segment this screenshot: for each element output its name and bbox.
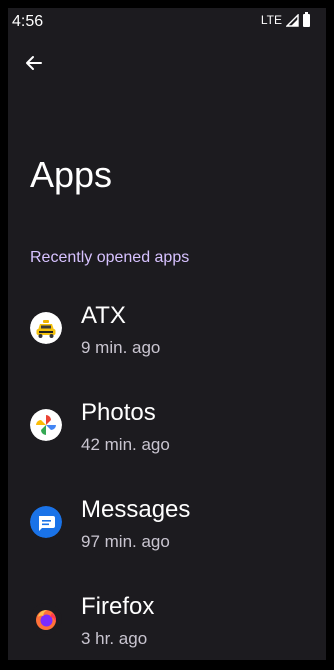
arrow-back-icon (26, 56, 42, 70)
status-bar: 4:56 LTE (8, 8, 326, 36)
app-name: Firefox (81, 593, 155, 620)
page-title: Apps (30, 154, 113, 195)
app-name: Messages (81, 496, 191, 523)
firefox-icon (30, 603, 62, 635)
app-last-opened: 42 min. ago (81, 435, 170, 454)
cell-signal-icon (286, 13, 299, 27)
app-last-opened: 3 hr. ago (81, 629, 148, 648)
recent-apps-section-header: Recently opened apps (30, 249, 190, 266)
app-item-firefox[interactable]: Firefox 3 hr. ago (8, 583, 326, 660)
back-button[interactable] (22, 51, 46, 75)
battery-icon (303, 11, 310, 27)
app-last-opened: 97 min. ago (81, 532, 170, 551)
app-name: ATX (81, 302, 126, 329)
messages-icon (30, 506, 62, 538)
status-time: 4:56 (12, 13, 44, 30)
app-name: Photos (81, 399, 156, 426)
app-item-messages[interactable]: Messages 97 min. ago (8, 486, 326, 583)
app-item-photos[interactable]: Photos 42 min. ago (8, 389, 326, 486)
recent-apps-list: ATX 9 min. ago Photos 42 min. ago Messag… (8, 292, 326, 660)
photos-pinwheel-icon (30, 409, 62, 441)
app-item-atx[interactable]: ATX 9 min. ago (8, 292, 326, 389)
taxi-icon (30, 312, 62, 344)
app-last-opened: 9 min. ago (81, 338, 161, 357)
network-type-label: LTE (260, 13, 282, 27)
status-icons: LTE (260, 11, 310, 27)
settings-screen: 4:56 LTE Apps Recently opened apps ATX 9… (8, 8, 326, 660)
